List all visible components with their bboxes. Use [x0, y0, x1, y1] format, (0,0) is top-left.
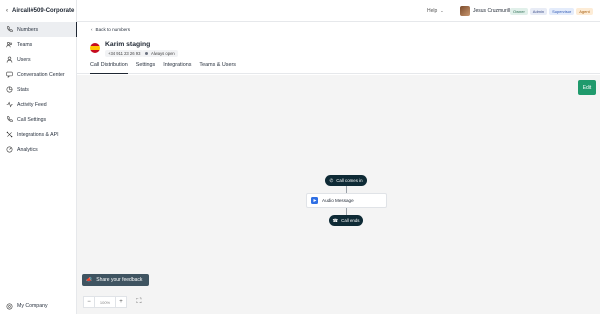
edit-button[interactable]: Edit — [578, 80, 596, 95]
user-icon — [6, 56, 13, 63]
page-title: Karim staging — [105, 41, 151, 48]
tab-integrations[interactable]: Integrations — [163, 61, 191, 74]
phone-icon: ✆ — [329, 177, 334, 183]
sidebar-item-users[interactable]: Users — [0, 52, 77, 67]
phone-number: +34 911 23 26 93 — [105, 50, 144, 57]
tab-teams-users[interactable]: Teams & Users — [199, 61, 236, 74]
sidebar-item-activity-feed[interactable]: Activity Feed — [0, 97, 77, 112]
sidebar-nav: Numbers Teams Users Conversation Center … — [0, 22, 77, 157]
role-badges: Owner Admin Supervisor Agent — [510, 7, 593, 15]
number-header: ‹ Back to numbers Karim staging +34 911 2… — [77, 22, 600, 74]
country-flag-icon — [90, 43, 100, 53]
call-flow-canvas[interactable]: Edit ✆ Call comes in Audio Message ☎ Call … — [77, 75, 600, 314]
fit-to-screen-icon[interactable]: ⛶ — [133, 296, 145, 308]
topbar: Help ⌄ Jesus Cruzmurillo Owner Admin Supe… — [77, 0, 600, 22]
stats-icon — [6, 86, 13, 93]
flow-connector — [346, 208, 347, 215]
back-link[interactable]: ‹ Back to numbers — [91, 27, 130, 32]
chevron-left-icon: ‹ — [6, 8, 8, 14]
flow-connector — [346, 186, 347, 193]
user-name[interactable]: Jesus Cruzmurillo — [473, 8, 513, 14]
company-name: Aircall#509-Corporate — [12, 8, 75, 14]
call-comes-in-node: ✆ Call comes in — [325, 175, 367, 186]
sidebar-item-teams[interactable]: Teams — [0, 37, 77, 52]
sidebar-item-stats[interactable]: Stats — [0, 82, 77, 97]
hang-up-icon: ☎ — [332, 217, 339, 223]
tab-settings[interactable]: Settings — [136, 61, 155, 74]
help-menu[interactable]: Help ⌄ — [427, 8, 444, 14]
call-settings-icon — [6, 116, 13, 123]
status-badge: Always open — [142, 50, 178, 57]
teams-icon — [6, 41, 13, 48]
role-badge-agent: Agent — [576, 7, 593, 15]
role-badge-supervisor: Supervisor — [549, 7, 575, 15]
zoom-controls: − 100% + ⛶ — [83, 296, 145, 308]
analytics-icon — [6, 146, 13, 153]
settings-icon — [6, 303, 13, 310]
app-window: ‹ Aircall#509-Corporate Numbers Teams Us… — [0, 0, 600, 314]
sidebar-item-analytics[interactable]: Analytics — [0, 142, 77, 157]
chevron-down-icon: ⌄ — [440, 8, 444, 13]
audio-icon — [311, 197, 318, 204]
sidebar: ‹ Aircall#509-Corporate Numbers Teams Us… — [0, 0, 77, 314]
sidebar-item-my-company[interactable]: My Company — [0, 299, 77, 313]
activity-icon — [6, 101, 13, 108]
avatar[interactable] — [460, 6, 470, 16]
zoom-level: 100% — [95, 296, 115, 308]
conversation-icon — [6, 71, 13, 78]
company-switcher[interactable]: ‹ Aircall#509-Corporate — [0, 0, 77, 22]
audio-message-node[interactable]: Audio Message — [306, 193, 387, 208]
feedback-button[interactable]: 📣 Share your feedback — [82, 274, 149, 286]
zoom-in-button[interactable]: + — [115, 296, 127, 308]
sidebar-item-numbers[interactable]: Numbers — [0, 22, 77, 37]
megaphone-icon: 📣 — [86, 277, 93, 283]
tab-call-distribution[interactable]: Call Distribution — [90, 61, 128, 74]
call-ends-node: ☎ Call ends — [329, 215, 363, 226]
role-badge-owner: Owner — [510, 7, 528, 15]
chevron-left-icon: ‹ — [91, 27, 93, 32]
role-badge-admin: Admin — [529, 7, 548, 15]
tab-bar: Call Distribution Settings Integrations … — [90, 61, 236, 74]
zoom-out-button[interactable]: − — [83, 296, 95, 308]
sidebar-item-call-settings[interactable]: Call Settings — [0, 112, 77, 127]
status-dot-icon — [145, 52, 148, 56]
sidebar-item-conversation-center[interactable]: Conversation Center — [0, 67, 77, 82]
sidebar-item-integrations[interactable]: Integrations & API — [0, 127, 77, 142]
phone-icon — [6, 26, 13, 33]
integrations-icon — [6, 131, 13, 138]
